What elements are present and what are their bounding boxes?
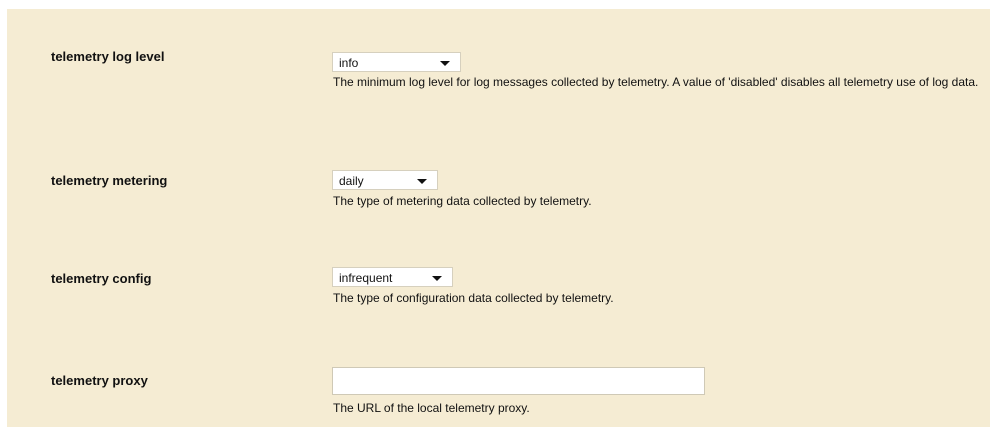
metering-description: The type of metering data collected by t… xyxy=(333,194,592,208)
config-select[interactable]: infrequent xyxy=(332,267,453,287)
log-level-label: telemetry log level xyxy=(51,49,165,64)
log-level-description: The minimum log level for log messages c… xyxy=(333,75,979,89)
chevron-down-icon xyxy=(440,61,450,66)
settings-panel xyxy=(7,9,990,427)
log-level-select[interactable]: info xyxy=(332,52,461,72)
metering-select-value: daily xyxy=(339,174,364,188)
config-label: telemetry config xyxy=(51,271,152,286)
config-select-value: infrequent xyxy=(339,271,393,285)
chevron-down-icon xyxy=(432,276,442,281)
config-description: The type of configuration data collected… xyxy=(333,291,614,305)
proxy-description: The URL of the local telemetry proxy. xyxy=(333,401,530,415)
proxy-label: telemetry proxy xyxy=(51,373,148,388)
log-level-select-value: info xyxy=(339,56,359,70)
metering-label: telemetry metering xyxy=(51,173,168,188)
chevron-down-icon xyxy=(417,179,427,184)
metering-select[interactable]: daily xyxy=(332,170,438,190)
proxy-input[interactable] xyxy=(332,367,705,395)
